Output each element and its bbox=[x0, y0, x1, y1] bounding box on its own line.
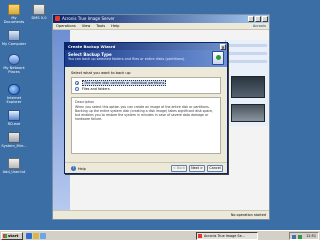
taskbar-item-label: Acronis True Image Se... bbox=[204, 234, 245, 238]
help-label: Help bbox=[78, 166, 86, 171]
desktop-icon-label: System_Mirr... bbox=[1, 144, 27, 148]
backup-wizard-icon bbox=[212, 51, 224, 65]
description-box: Description When you select this option … bbox=[71, 97, 221, 154]
start-button[interactable]: start bbox=[1, 232, 23, 240]
quicklaunch-ie-icon[interactable] bbox=[26, 233, 32, 239]
server-graphic-icon bbox=[231, 76, 265, 98]
wizard-content: Select what you want to back up: The ent… bbox=[71, 71, 221, 161]
help-icon: ? bbox=[71, 166, 76, 171]
ie-icon bbox=[8, 84, 20, 95]
taskbar: start Acronis True Image Se... 12:51 bbox=[0, 230, 320, 240]
desktop-icon-network-places[interactable]: My Network Places bbox=[1, 54, 27, 74]
panel-stripe bbox=[227, 60, 267, 63]
description-title: Description bbox=[75, 100, 95, 104]
option-files-folders[interactable]: Files and folders bbox=[75, 86, 217, 92]
wizard-footer: ? Help < Back Next > Cancel bbox=[65, 162, 227, 173]
menu-help[interactable]: Help bbox=[111, 23, 119, 29]
option-label: The entire disk contents or individual p… bbox=[82, 80, 167, 86]
app-titlebar[interactable]: Acronis True Image Server bbox=[53, 15, 269, 23]
desktop-icon-label: My Documents bbox=[3, 16, 25, 24]
next-button[interactable]: Next > bbox=[189, 165, 205, 172]
disk-icon bbox=[8, 132, 20, 143]
start-label: start bbox=[8, 233, 19, 238]
create-backup-wizard: Create Backup Wizard × Select Backup Typ… bbox=[64, 42, 228, 174]
text-file-icon bbox=[8, 158, 20, 169]
desktop-icon-label: Internet Explorer bbox=[6, 96, 22, 104]
help-button[interactable]: ? Help bbox=[71, 166, 86, 171]
desktop-icon-internet-explorer[interactable]: Internet Explorer bbox=[1, 84, 27, 104]
drive-graphic-icon bbox=[231, 104, 265, 122]
volume-tray-icon[interactable] bbox=[298, 234, 302, 239]
radio-files-folders[interactable] bbox=[75, 87, 79, 91]
windows-logo-icon bbox=[3, 234, 7, 238]
menu-tools[interactable]: Tools bbox=[96, 23, 105, 29]
acronis-link[interactable]: Acronis bbox=[253, 23, 266, 29]
window-controls bbox=[248, 16, 268, 22]
network-tray-icon[interactable] bbox=[292, 234, 296, 239]
app-icon bbox=[8, 110, 20, 121]
minimize-button[interactable] bbox=[248, 16, 254, 22]
desktop-icon-label: RD.exe bbox=[7, 122, 21, 126]
backup-type-options: The entire disk contents or individual p… bbox=[71, 77, 221, 94]
cancel-button[interactable]: Cancel bbox=[207, 165, 223, 172]
app-right-panel bbox=[225, 40, 269, 126]
app-menubar: Operations View Tools Help Acronis bbox=[53, 23, 269, 30]
app-title: Acronis True Image Server bbox=[62, 16, 115, 21]
wizard-header: Select Backup Type You can back up selec… bbox=[65, 50, 227, 67]
back-button[interactable]: < Back bbox=[171, 165, 187, 172]
desktop-icon-label: DMS 0.0 bbox=[31, 16, 47, 20]
acronis-logo-icon bbox=[55, 16, 60, 21]
desktop-icon-label: My Network Places bbox=[3, 66, 25, 74]
panel-stripe bbox=[227, 44, 267, 47]
folder-icon bbox=[8, 4, 20, 15]
panel-stripe bbox=[227, 52, 267, 55]
menu-view[interactable]: View bbox=[82, 23, 91, 29]
desktop-icon-label: My Computer bbox=[1, 42, 27, 46]
acronis-task-icon bbox=[198, 234, 202, 238]
quicklaunch-explorer-icon[interactable] bbox=[33, 233, 39, 239]
desktop-icon-my-computer[interactable]: My Computer bbox=[1, 30, 27, 46]
clock: 12:51 bbox=[306, 234, 316, 238]
app-statusbar: No operation started bbox=[53, 210, 269, 219]
computer-icon bbox=[8, 30, 20, 41]
app-icon bbox=[33, 4, 45, 15]
wizard-titlebar[interactable]: Create Backup Wizard × bbox=[65, 43, 227, 50]
wizard-title: Create Backup Wizard bbox=[68, 44, 116, 49]
desktop-icon-dms[interactable]: DMS 0.0 bbox=[26, 4, 52, 20]
desktop-icon-my-documents[interactable]: My Documents bbox=[1, 4, 27, 24]
desktop-icon-rd[interactable]: RD.exe bbox=[1, 110, 27, 126]
wizard-header-subtitle: You can back up selected folders and fil… bbox=[68, 57, 186, 61]
radio-entire-disk[interactable] bbox=[75, 81, 79, 85]
wizard-close-button[interactable]: × bbox=[220, 43, 226, 50]
quicklaunch-desktop-icon[interactable] bbox=[40, 233, 46, 239]
desktop-icon-add-user[interactable]: Add_User.txt bbox=[1, 158, 27, 174]
network-icon bbox=[8, 54, 20, 65]
description-text: When you select this option you can crea… bbox=[75, 105, 214, 121]
status-right: No operation started bbox=[230, 213, 266, 217]
option-label: Files and folders bbox=[82, 87, 110, 91]
taskbar-item-acronis[interactable]: Acronis True Image Se... bbox=[196, 232, 258, 240]
backup-question: Select what you want to back up: bbox=[71, 71, 132, 75]
maximize-button[interactable] bbox=[255, 16, 261, 22]
close-button[interactable] bbox=[262, 16, 268, 22]
menu-operations[interactable]: Operations bbox=[56, 23, 76, 29]
desktop-icon-system-mirror[interactable]: System_Mirr... bbox=[1, 132, 27, 148]
system-tray: 12:51 bbox=[289, 232, 319, 240]
desktop-icon-label: Add_User.txt bbox=[2, 170, 26, 174]
